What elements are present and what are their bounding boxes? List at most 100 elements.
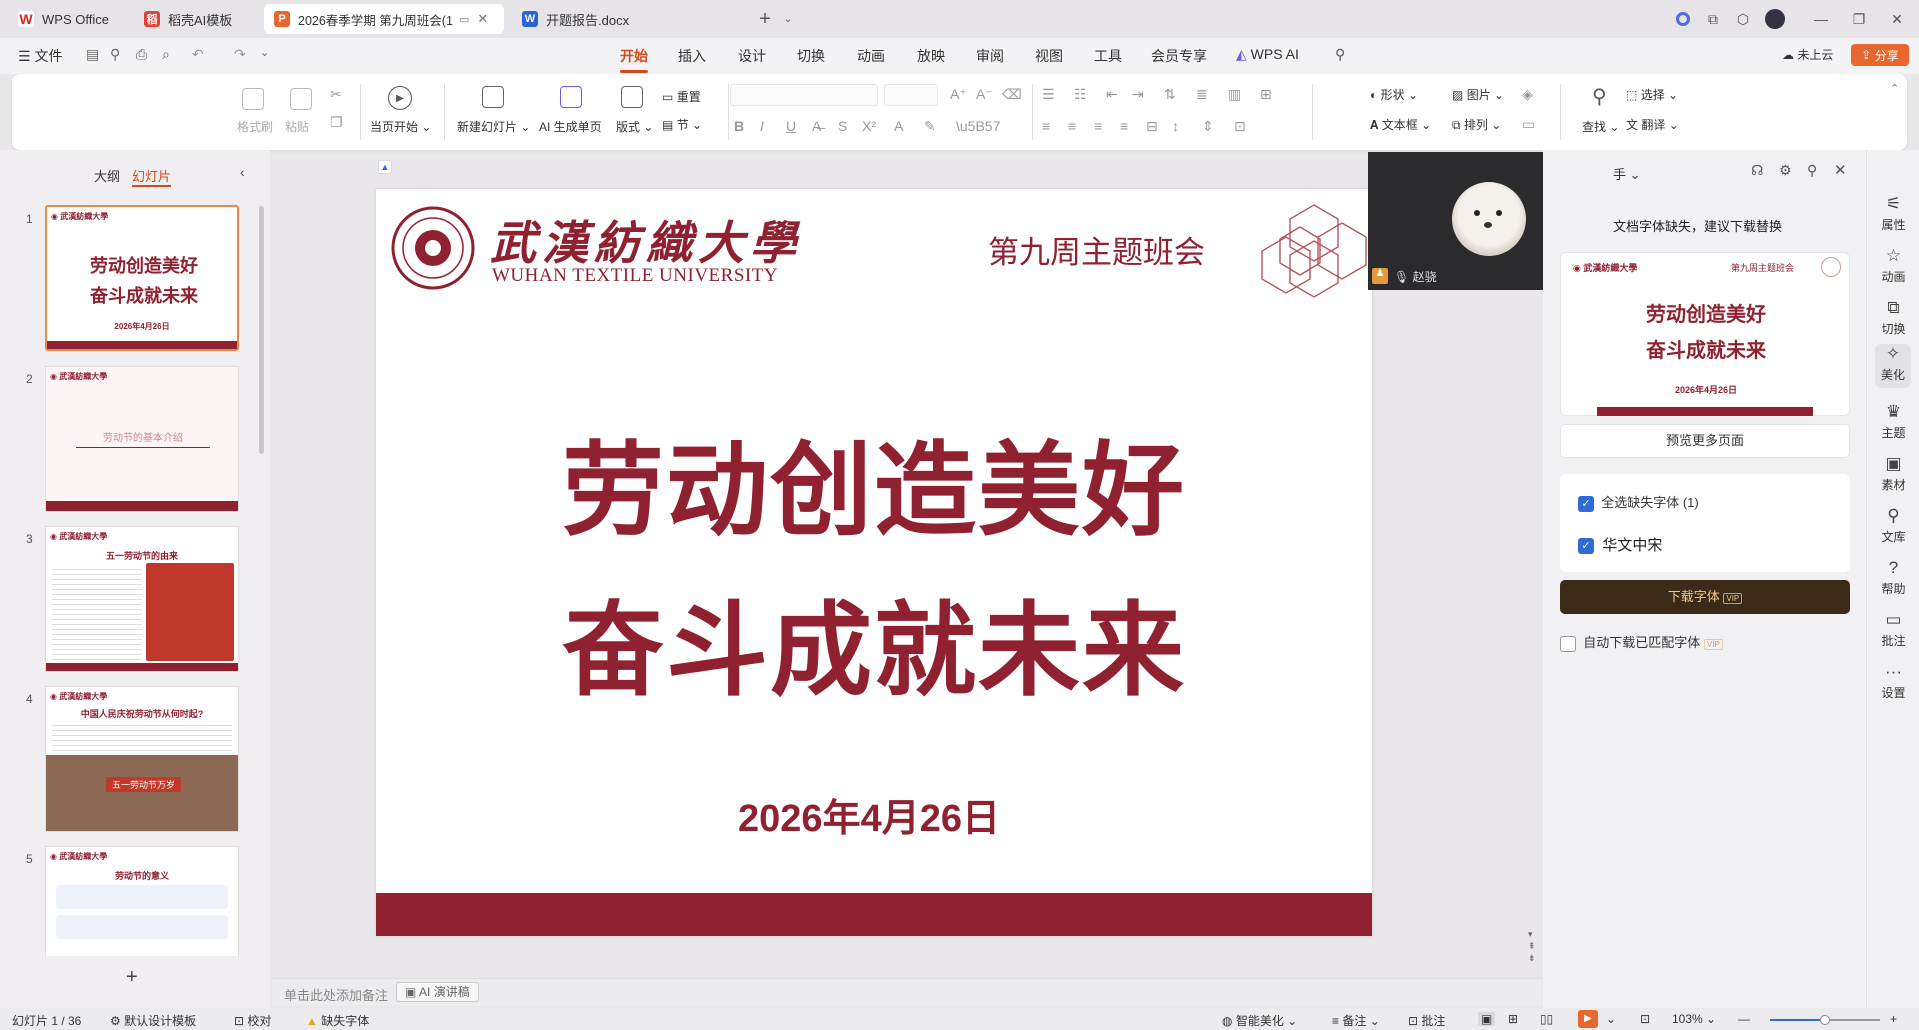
slide-thumbnail-5[interactable]: ◉ 武漢紡織大學 劳动节的意义: [45, 846, 239, 956]
columns-icon[interactable]: ▥: [1228, 86, 1241, 103]
copy-icon[interactable]: ❐: [330, 114, 343, 131]
section-button[interactable]: ▤ 节 ⌄: [662, 116, 702, 133]
char-spacing-icon[interactable]: \u5B57: [956, 118, 1000, 134]
zoom-slider-thumb[interactable]: [1820, 1015, 1830, 1025]
slide-thumbnail-1[interactable]: ◉ 武漢紡織大學 劳动创造美好 奋斗成就未来 2026年4月26日: [45, 205, 239, 351]
pin-icon[interactable]: ⚲: [1807, 162, 1817, 179]
cut-icon[interactable]: ✂: [330, 86, 342, 103]
sidebar-theme[interactable]: ♛ 主题: [1867, 402, 1919, 441]
restore-icon[interactable]: ❐: [1846, 6, 1872, 32]
distributed-icon[interactable]: ⊟: [1146, 118, 1158, 135]
align-left-icon[interactable]: ≡: [1042, 118, 1050, 134]
menu-member[interactable]: 会员专享: [1151, 46, 1207, 66]
menu-review[interactable]: 审阅: [976, 46, 1004, 66]
font-color-icon[interactable]: A: [894, 118, 903, 134]
comments-toggle[interactable]: ⊡ 批注: [1408, 1012, 1445, 1029]
sidebar-settings[interactable]: ··· 设置: [1867, 662, 1919, 701]
line-spacing-icon[interactable]: ↕: [1172, 118, 1179, 134]
outline-icon[interactable]: ▭: [1522, 116, 1535, 133]
bold-icon[interactable]: B: [734, 118, 744, 134]
image-button[interactable]: ▨ 图片 ⌄: [1452, 86, 1504, 103]
reset-button[interactable]: ▭ 重置: [662, 88, 701, 105]
redo-icon[interactable]: ↷: [234, 46, 246, 63]
zoom-level[interactable]: 103% ⌄: [1672, 1012, 1716, 1026]
text-box-align-icon[interactable]: ⊡: [1234, 118, 1246, 135]
windows-icon[interactable]: ⧉: [1700, 6, 1726, 32]
zoom-slider[interactable]: [1770, 1015, 1880, 1025]
slide-thumbnail-4[interactable]: ◉ 武漢紡織大學 中国人民庆祝劳动节从何时起? 五一劳动节万岁: [45, 686, 239, 832]
fill-icon[interactable]: ◈: [1522, 86, 1533, 103]
ai-page-button[interactable]: AI 生成单页: [539, 118, 602, 135]
play-options-icon[interactable]: ⌄: [1606, 1012, 1616, 1026]
decrease-indent-icon[interactable]: ⇤: [1106, 86, 1118, 103]
print-icon[interactable]: ⎙: [136, 46, 147, 63]
paragraph-spacing-icon[interactable]: ⇕: [1202, 118, 1214, 135]
download-font-button[interactable]: 下载字体 VIP: [1560, 580, 1850, 614]
text-direction-icon[interactable]: ⇅: [1164, 86, 1176, 103]
add-slide-icon[interactable]: +: [126, 966, 138, 989]
menu-design[interactable]: 设计: [738, 46, 766, 66]
close-window-icon[interactable]: ✕: [1884, 6, 1910, 32]
font-item-checkbox[interactable]: ✓ 华文中宋: [1578, 534, 1662, 555]
sidebar-animation[interactable]: ☆ 动画: [1867, 246, 1919, 285]
convert-smartart-icon[interactable]: ⊞: [1260, 86, 1272, 103]
shape-button[interactable]: ◐ 形状 ⌄: [1370, 86, 1418, 103]
new-slide-button[interactable]: 新建幻灯片 ⌄: [457, 118, 530, 135]
minimize-icon[interactable]: —: [1808, 6, 1834, 32]
ai-assistant-icon[interactable]: [1670, 6, 1696, 32]
align-text-icon[interactable]: ≣: [1196, 86, 1208, 103]
tab-close-icon[interactable]: ✕: [477, 11, 488, 27]
zoom-in-icon[interactable]: +: [1890, 1012, 1897, 1026]
sidebar-library[interactable]: ⚲ 文库: [1867, 506, 1919, 545]
notes-toggle[interactable]: ≡ 备注 ⌄: [1332, 1012, 1380, 1029]
smart-beautify-button[interactable]: ◍ 智能美化 ⌄: [1222, 1012, 1297, 1029]
menu-view[interactable]: 视图: [1035, 46, 1063, 66]
font-size-select[interactable]: [884, 84, 938, 106]
proofreading-button[interactable]: ⊡ 校对: [234, 1012, 271, 1029]
slide-canvas[interactable]: 武漢紡織大學 WUHAN TEXTILE UNIVERSITY 第九周主题班会 …: [376, 189, 1372, 936]
arrange-button[interactable]: ⧉ 排列 ⌄: [1452, 116, 1501, 133]
cloud-status[interactable]: ☁ 未上云: [1782, 46, 1833, 63]
bullets-icon[interactable]: ☰: [1042, 86, 1055, 103]
more-icon[interactable]: ⌄: [260, 46, 269, 59]
slideshow-play-icon[interactable]: ▶: [1578, 1010, 1598, 1028]
play-from-start-button[interactable]: 当页开始 ⌄: [370, 118, 431, 135]
sidebar-help[interactable]: ? 帮助: [1867, 558, 1919, 597]
underline-icon[interactable]: U: [786, 118, 796, 134]
highlight-icon[interactable]: ✎: [924, 118, 936, 135]
notes-placeholder[interactable]: 单击此处添加备注: [284, 985, 388, 1004]
slide-thumbnail-3[interactable]: ◉ 武漢紡織大學 五一劳动节的由来: [45, 526, 239, 672]
headset-icon[interactable]: ☊: [1751, 162, 1763, 179]
increase-indent-icon[interactable]: ⇥: [1132, 86, 1144, 103]
tab-list-icon[interactable]: ⌄: [775, 6, 801, 32]
normal-view-icon[interactable]: ▣: [1478, 1012, 1496, 1026]
zoom-out-icon[interactable]: —: [1738, 1012, 1750, 1026]
auto-download-checkbox[interactable]: 自动下载已匹配字体 VIP: [1560, 632, 1723, 652]
paste-button[interactable]: 粘贴: [285, 118, 309, 135]
sidebar-assets[interactable]: ▣ 素材: [1867, 454, 1919, 493]
avatar[interactable]: [1762, 6, 1788, 32]
select-all-fonts-checkbox[interactable]: ✓ 全选缺失字体 (1): [1578, 492, 1699, 512]
gear-icon[interactable]: ⚙: [1779, 162, 1792, 179]
cube-icon[interactable]: ⬡: [1730, 6, 1756, 32]
ai-slide-badge-icon[interactable]: ▲: [378, 160, 392, 174]
tab-slides[interactable]: 幻灯片: [132, 166, 172, 187]
preview-icon[interactable]: ⌕: [162, 46, 170, 63]
tab-wps-office[interactable]: W WPS Office: [8, 4, 136, 34]
find-button[interactable]: 查找 ⌄: [1582, 118, 1619, 135]
strikethrough-icon[interactable]: A̶: [812, 118, 821, 134]
shadow-icon[interactable]: S: [838, 118, 847, 134]
italic-icon[interactable]: I: [760, 118, 764, 134]
sidebar-comments[interactable]: ▭ 批注: [1867, 610, 1919, 649]
tab-word-doc[interactable]: W 开题报告.docx: [512, 4, 748, 34]
canvas-scroll-arrows-icon[interactable]: ▾ ⇞ ⇟: [1528, 928, 1536, 964]
sorter-view-icon[interactable]: ⊞: [1508, 1012, 1518, 1026]
layout-button[interactable]: 版式 ⌄: [616, 118, 653, 135]
menu-slideshow[interactable]: 放映: [917, 46, 945, 66]
share-button[interactable]: ⇪ 分享: [1851, 44, 1909, 66]
design-template-button[interactable]: ⚙ 默认设计模板: [110, 1012, 196, 1029]
search-doc-icon[interactable]: ⚲: [110, 46, 120, 63]
menu-home[interactable]: 开始: [620, 46, 648, 73]
font-shrink-icon[interactable]: A⁻: [976, 86, 993, 103]
tab-docer[interactable]: 稻 稻壳AI模板: [134, 4, 260, 34]
